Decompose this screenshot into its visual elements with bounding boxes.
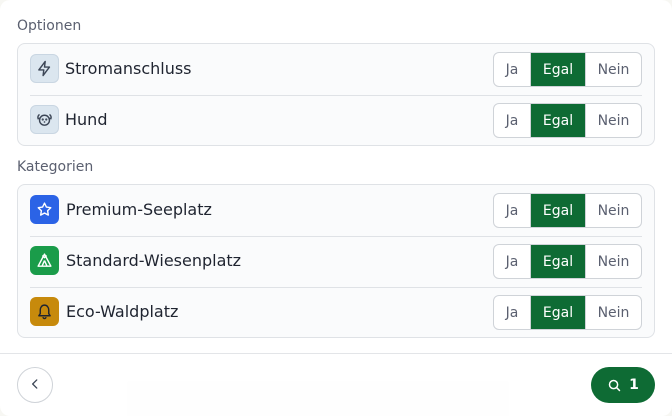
option-label: Hund xyxy=(65,110,108,129)
category-label: Eco-Waldplatz xyxy=(66,302,179,321)
dog-icon xyxy=(30,105,59,134)
power-toggle: Ja Egal Nein xyxy=(493,52,642,87)
back-button[interactable] xyxy=(17,367,53,403)
meadow-toggle: Ja Egal Nein xyxy=(493,244,642,279)
filter-panel: Optionen Stromanschluss Ja Egal Nein Hun… xyxy=(0,0,672,416)
search-icon xyxy=(607,378,622,393)
category-row-meadow: Standard-Wiesenplatz Ja Egal Nein xyxy=(18,236,654,287)
bell-icon xyxy=(30,297,59,326)
dog-toggle: Ja Egal Nein xyxy=(493,103,642,138)
premium-yes-button[interactable]: Ja xyxy=(494,194,531,227)
premium-any-button[interactable]: Egal xyxy=(531,194,585,227)
premium-toggle: Ja Egal Nein xyxy=(493,193,642,228)
categories-card: Premium-Seeplatz Ja Egal Nein Standard-W… xyxy=(17,184,655,338)
options-card: Stromanschluss Ja Egal Nein Hund Ja Egal… xyxy=(17,43,655,146)
meadow-yes-button[interactable]: Ja xyxy=(494,245,531,278)
lightning-bolt-icon xyxy=(30,54,59,83)
meadow-no-button[interactable]: Nein xyxy=(585,245,641,278)
dog-any-button[interactable]: Egal xyxy=(531,104,585,137)
power-any-button[interactable]: Egal xyxy=(531,53,585,86)
category-row-premium: Premium-Seeplatz Ja Egal Nein xyxy=(18,185,654,236)
forest-any-button[interactable]: Egal xyxy=(531,296,585,329)
star-icon xyxy=(30,195,59,224)
category-row-forest: Eco-Waldplatz Ja Egal Nein xyxy=(18,287,654,338)
power-no-button[interactable]: Nein xyxy=(585,53,641,86)
tent-icon xyxy=(30,246,59,275)
dog-yes-button[interactable]: Ja xyxy=(494,104,531,137)
option-row-dog: Hund Ja Egal Nein xyxy=(18,95,654,146)
premium-no-button[interactable]: Nein xyxy=(585,194,641,227)
meadow-any-button[interactable]: Egal xyxy=(531,245,585,278)
result-count: 1 xyxy=(629,377,639,393)
categories-heading: Kategorien xyxy=(17,159,94,175)
dog-no-button[interactable]: Nein xyxy=(585,104,641,137)
category-label: Standard-Wiesenplatz xyxy=(66,251,242,270)
chevron-left-icon xyxy=(28,376,42,395)
category-label: Premium-Seeplatz xyxy=(66,200,212,219)
show-results-button[interactable]: 1 xyxy=(591,367,655,403)
option-label: Stromanschluss xyxy=(65,59,192,78)
forest-toggle: Ja Egal Nein xyxy=(493,295,642,330)
forest-no-button[interactable]: Nein xyxy=(585,296,641,329)
power-yes-button[interactable]: Ja xyxy=(494,53,531,86)
footer-divider xyxy=(0,353,672,354)
forest-yes-button[interactable]: Ja xyxy=(494,296,531,329)
options-heading: Optionen xyxy=(17,18,82,34)
option-row-power: Stromanschluss Ja Egal Nein xyxy=(18,44,654,95)
